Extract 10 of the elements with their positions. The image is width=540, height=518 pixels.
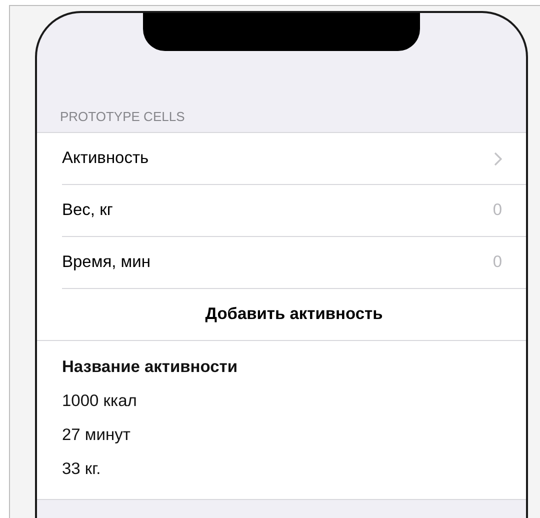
activity-detail-text: 27 минут xyxy=(62,425,132,446)
chevron-right-icon xyxy=(494,152,502,166)
row-value: 0 xyxy=(492,201,502,220)
activity-detail-text: 1000 ккал xyxy=(62,391,138,412)
row-label: Активность xyxy=(62,149,150,168)
activity-detail-text: 33 кг. xyxy=(62,459,102,480)
activity-title: Название активности xyxy=(62,357,238,378)
row-label: Время, мин xyxy=(62,253,152,272)
row-value: 0 xyxy=(492,253,502,272)
row-label: Вес, кг xyxy=(62,201,114,220)
